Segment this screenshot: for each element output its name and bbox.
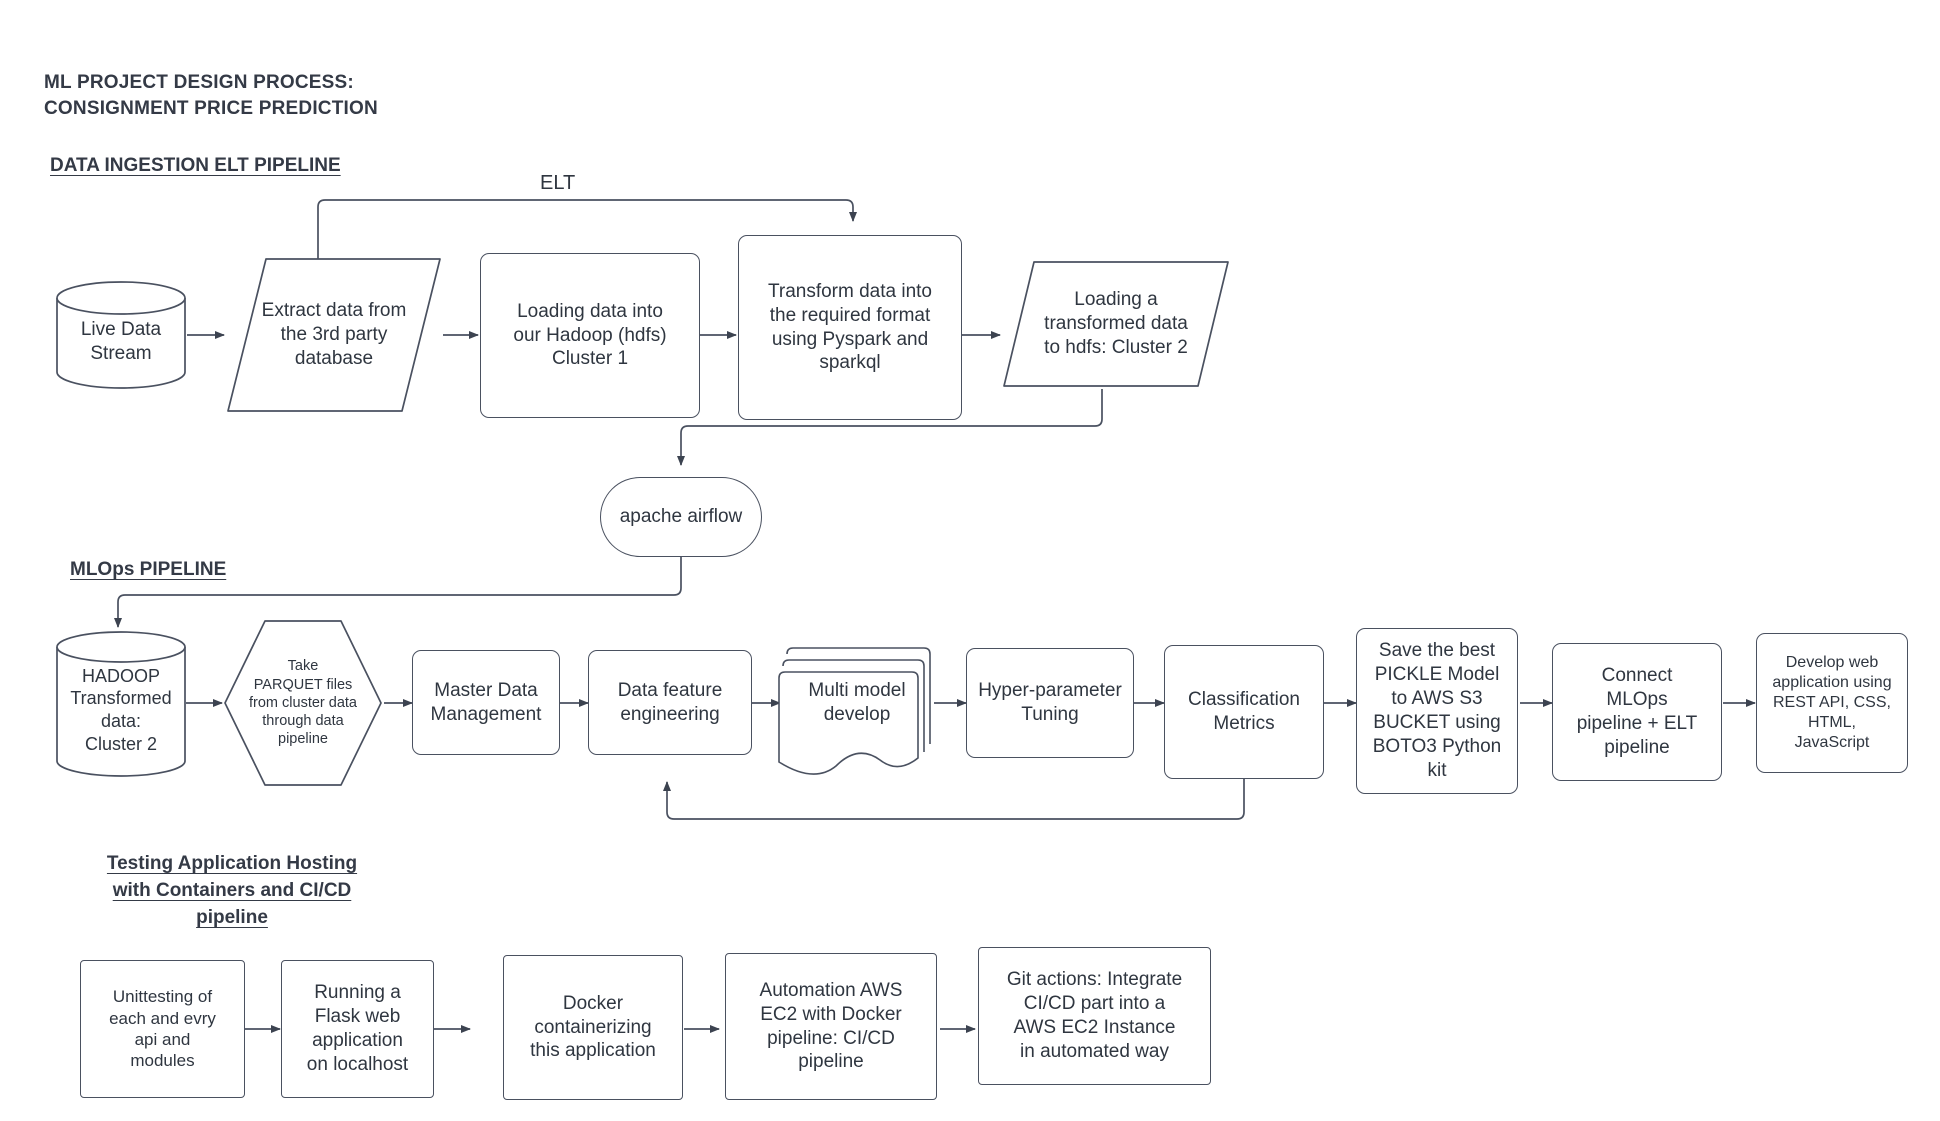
node-label: Running a Flask web application on local… bbox=[306, 982, 409, 1075]
node-label: Save the best PICKLE Model to AWS S3 BUC… bbox=[1372, 640, 1502, 781]
section-heading-ingestion: DATA INGESTION ELT PIPELINE bbox=[50, 155, 341, 176]
node-label: Live Data Stream bbox=[80, 319, 162, 364]
node-label: Git actions: Integrate CI/CD part into a… bbox=[1006, 969, 1183, 1062]
node-develop-web-application[interactable]: Develop web application using REST API, … bbox=[1756, 633, 1908, 773]
node-git-actions-cicd[interactable]: Git actions: Integrate CI/CD part into a… bbox=[978, 947, 1211, 1085]
node-hyper-parameter-tuning[interactable]: Hyper-parameter Tuning bbox=[966, 648, 1134, 758]
node-classification-metrics[interactable]: Classification Metrics bbox=[1164, 645, 1324, 779]
node-take-parquet-files[interactable]: Take PARQUET files from cluster data thr… bbox=[222, 618, 384, 788]
node-hadoop-transformed-cluster2[interactable]: HADOOP Transformed data: Cluster 2 bbox=[55, 630, 187, 778]
node-label: HADOOP Transformed data: Cluster 2 bbox=[70, 665, 172, 754]
node-label: Connect MLOps pipeline + ELT pipeline bbox=[1576, 665, 1698, 758]
node-connect-mlops-elt[interactable]: Connect MLOps pipeline + ELT pipeline bbox=[1552, 643, 1722, 781]
node-label: Loading a transformed data to hdfs: Clus… bbox=[1044, 289, 1188, 358]
node-multi-model-develop[interactable]: Multi model develop bbox=[778, 640, 936, 778]
diagram-canvas: ML PROJECT DESIGN PROCESS: CONSIGNMENT P… bbox=[0, 0, 1940, 1121]
node-label: Docker containerizing this application bbox=[530, 992, 656, 1062]
section-heading-mlops: MLOps PIPELINE bbox=[70, 559, 227, 580]
node-aws-ec2-docker-cicd[interactable]: Automation AWS EC2 with Docker pipeline:… bbox=[725, 953, 937, 1100]
node-save-pickle-model-s3[interactable]: Save the best PICKLE Model to AWS S3 BUC… bbox=[1356, 628, 1518, 794]
node-label: Data feature engineering bbox=[617, 679, 723, 725]
node-flask-localhost[interactable]: Running a Flask web application on local… bbox=[281, 960, 434, 1098]
node-label: Unittesting of each and evry api and mod… bbox=[109, 987, 216, 1071]
node-label: Take PARQUET files from cluster data thr… bbox=[249, 658, 357, 748]
section-heading-testing: Testing Application Hosting with Contain… bbox=[106, 853, 358, 928]
node-label: Loading data into our Hadoop (hdfs) Clus… bbox=[513, 300, 667, 370]
node-data-feature-engineering[interactable]: Data feature engineering bbox=[588, 650, 752, 755]
node-label: Multi model develop bbox=[808, 680, 906, 725]
node-master-data-management[interactable]: Master Data Management bbox=[412, 650, 560, 755]
page-title: ML PROJECT DESIGN PROCESS: CONSIGNMENT P… bbox=[44, 72, 378, 119]
node-label: Develop web application using REST API, … bbox=[1772, 653, 1892, 752]
node-label: Hyper-parameter Tuning bbox=[978, 680, 1122, 725]
node-label: apache airflow bbox=[619, 506, 743, 528]
node-load-hdfs-cluster2[interactable]: Loading a transformed data to hdfs: Clus… bbox=[1000, 258, 1232, 390]
node-label: Automation AWS EC2 with Docker pipeline:… bbox=[759, 979, 903, 1073]
node-apache-airflow[interactable]: apache airflow bbox=[600, 477, 762, 557]
edge-label-elt: ELT bbox=[540, 172, 576, 194]
edge-metrics-feedback-to-featureeng bbox=[663, 779, 1245, 820]
node-docker-containerizing[interactable]: Docker containerizing this application bbox=[503, 955, 683, 1100]
node-unittesting-apis[interactable]: Unittesting of each and evry api and mod… bbox=[80, 960, 245, 1098]
node-label: Transform data into the required format … bbox=[767, 280, 933, 374]
node-live-data-stream[interactable]: Live Data Stream bbox=[55, 280, 187, 390]
node-transform-pyspark[interactable]: Transform data into the required format … bbox=[738, 235, 962, 420]
node-extract-3rd-party[interactable]: Extract data from the 3rd party database bbox=[224, 255, 444, 415]
node-label: Classification Metrics bbox=[1188, 689, 1300, 734]
node-label: Extract data from the 3rd party database bbox=[261, 300, 407, 369]
node-label: Master Data Management bbox=[430, 679, 542, 725]
node-load-hadoop-cluster1[interactable]: Loading data into our Hadoop (hdfs) Clus… bbox=[480, 253, 700, 418]
